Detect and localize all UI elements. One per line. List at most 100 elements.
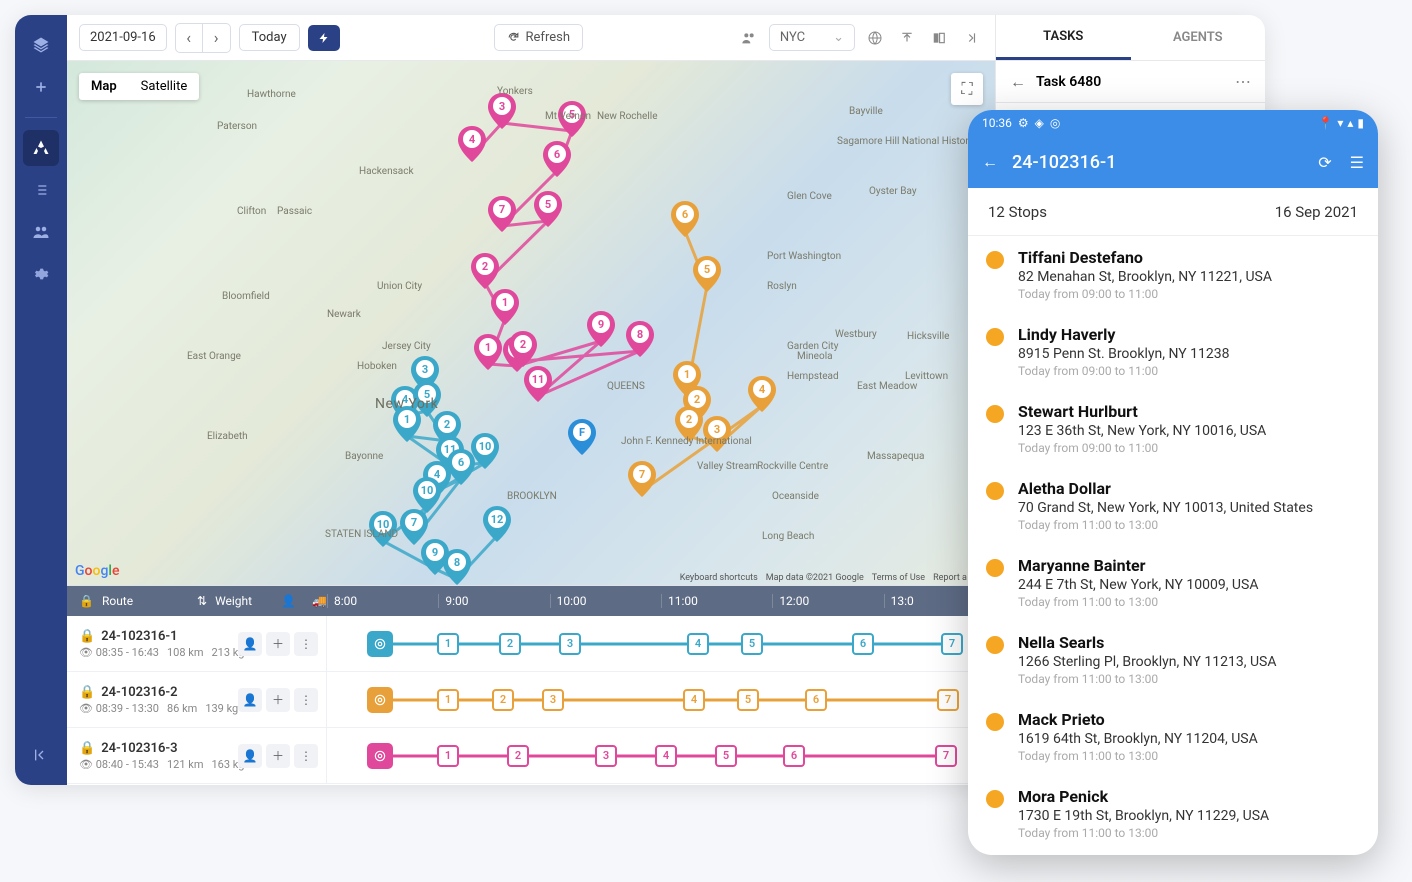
nav-routes[interactable] bbox=[23, 130, 59, 166]
gantt-stop[interactable]: 3 bbox=[595, 745, 617, 767]
row-more-button[interactable]: ⋮ bbox=[294, 688, 318, 712]
col-weight[interactable]: Weight bbox=[215, 594, 273, 608]
gantt-stop[interactable]: 1 bbox=[437, 689, 459, 711]
map-pin[interactable]: 2 bbox=[675, 406, 703, 442]
map-pin[interactable]: 7 bbox=[400, 509, 428, 545]
map-pin[interactable]: 6 bbox=[671, 201, 699, 237]
map-pin[interactable]: 4 bbox=[458, 126, 486, 162]
add-stop-button[interactable]: ＋ bbox=[266, 632, 290, 656]
gantt-stop[interactable]: 7 bbox=[935, 745, 957, 767]
route-info[interactable]: 🔒24-102316-2 👁 08:39 - 13:3086 km139 kg … bbox=[67, 672, 327, 727]
nav-settings[interactable] bbox=[23, 256, 59, 292]
gantt-track[interactable]: 1 2 3 4 5 6 7 bbox=[327, 616, 995, 671]
today-button[interactable]: Today bbox=[239, 24, 300, 51]
phone-stop-list[interactable]: Tiffani Destefano 82 Menahan St, Brookly… bbox=[968, 236, 1378, 855]
nav-collapse[interactable] bbox=[23, 737, 59, 773]
gantt-stop[interactable]: 2 bbox=[507, 745, 529, 767]
map-pin[interactable]: 11 bbox=[524, 366, 552, 402]
map-pin[interactable]: F bbox=[568, 419, 596, 455]
google-logo: Google bbox=[75, 563, 119, 579]
assign-button[interactable]: 👤 bbox=[238, 632, 262, 656]
map-pin[interactable]: 2 bbox=[471, 253, 499, 289]
map-type-map[interactable]: Map bbox=[79, 73, 129, 100]
add-stop-button[interactable]: ＋ bbox=[266, 688, 290, 712]
gantt-stop[interactable]: 5 bbox=[741, 633, 763, 655]
map-pin[interactable]: 5 bbox=[693, 256, 721, 292]
add-stop-button[interactable]: ＋ bbox=[266, 744, 290, 768]
map[interactable]: Map Satellite ⛶ Google Keyboard shortcut… bbox=[67, 61, 995, 585]
row-more-button[interactable]: ⋮ bbox=[294, 744, 318, 768]
map-pin[interactable]: 9 bbox=[587, 311, 615, 347]
gantt-stop[interactable]: 6 bbox=[805, 689, 827, 711]
gantt-stop[interactable]: 1 bbox=[437, 745, 459, 767]
gantt-stop[interactable]: 6 bbox=[852, 633, 874, 655]
back-icon[interactable]: ← bbox=[1010, 72, 1026, 92]
gantt-stop[interactable]: 5 bbox=[715, 745, 737, 767]
tab-agents[interactable]: AGENTS bbox=[1131, 15, 1266, 60]
map-pin[interactable]: 4 bbox=[748, 376, 776, 412]
assign-button[interactable]: 👤 bbox=[238, 744, 262, 768]
prev-day-button[interactable]: ‹ bbox=[175, 23, 203, 53]
route-info[interactable]: 🔒24-102316-3 👁 08:40 - 15:43121 km163 kg… bbox=[67, 728, 327, 783]
upload-icon[interactable] bbox=[895, 31, 919, 45]
gantt-track[interactable]: 1 2 3 4 5 6 7 bbox=[327, 672, 995, 727]
col-route[interactable]: Route bbox=[102, 594, 189, 608]
phone-back-button[interactable]: ← bbox=[982, 152, 998, 172]
gantt-track[interactable]: 1 2 3 4 5 6 7 bbox=[327, 728, 995, 783]
map-pin[interactable]: 8 bbox=[443, 549, 471, 585]
refresh-icon[interactable]: ⟳ bbox=[1318, 153, 1331, 172]
gantt-stop[interactable]: 7 bbox=[941, 633, 963, 655]
gantt-stop[interactable]: 4 bbox=[655, 745, 677, 767]
map-pin[interactable]: 6 bbox=[543, 141, 571, 177]
next-day-button[interactable]: › bbox=[203, 23, 231, 53]
gantt-stop[interactable]: 3 bbox=[559, 633, 581, 655]
map-pin[interactable]: 6 bbox=[447, 449, 475, 485]
gantt-stop[interactable]: 7 bbox=[937, 689, 959, 711]
columns-icon[interactable] bbox=[927, 31, 951, 45]
stop-item[interactable]: Stewart Hurlburt 123 E 36th St, New York… bbox=[968, 390, 1378, 467]
nav-list[interactable] bbox=[23, 172, 59, 208]
assign-button[interactable]: 👤 bbox=[238, 688, 262, 712]
expand-icon[interactable] bbox=[959, 31, 983, 45]
stop-item[interactable]: Maryanne Bainter 244 E 7th St, New York,… bbox=[968, 544, 1378, 621]
map-pin[interactable]: 7 bbox=[628, 461, 656, 497]
stop-item[interactable]: Mack Prieto 1619 64th St, Brooklyn, NY 1… bbox=[968, 698, 1378, 775]
stop-item[interactable]: Tiffani Destefano 82 Menahan St, Brookly… bbox=[968, 236, 1378, 313]
optimize-button[interactable] bbox=[308, 25, 340, 51]
globe-icon[interactable] bbox=[863, 30, 887, 46]
row-more-button[interactable]: ⋮ bbox=[294, 632, 318, 656]
stop-item[interactable]: Mora Penick 1730 E 19th St, Brooklyn, NY… bbox=[968, 775, 1378, 852]
nav-add[interactable] bbox=[23, 69, 59, 105]
filter-icon[interactable]: ☰ bbox=[1350, 153, 1364, 172]
route-start[interactable] bbox=[367, 631, 393, 657]
map-pin[interactable]: 1 bbox=[491, 289, 519, 325]
tab-tasks[interactable]: TASKS bbox=[996, 15, 1131, 60]
route-start[interactable] bbox=[367, 743, 393, 769]
gantt-stop[interactable]: 4 bbox=[683, 689, 705, 711]
map-pin[interactable]: 5 bbox=[558, 101, 586, 137]
fullscreen-button[interactable]: ⛶ bbox=[951, 73, 983, 105]
sort-icon[interactable]: ⇅ bbox=[197, 594, 207, 608]
map-pin[interactable]: 10 bbox=[369, 511, 397, 547]
map-pin[interactable]: 7 bbox=[488, 196, 516, 232]
refresh-button[interactable]: Refresh bbox=[494, 24, 583, 51]
gantt-stop[interactable]: 2 bbox=[499, 633, 521, 655]
stop-item[interactable]: Nella Searls 1266 Sterling Pl, Brooklyn,… bbox=[968, 621, 1378, 698]
team-select[interactable]: NYC⌄ bbox=[769, 24, 855, 51]
gantt-stop[interactable]: 3 bbox=[542, 689, 564, 711]
gantt-stop[interactable]: 1 bbox=[437, 633, 459, 655]
nav-users[interactable] bbox=[23, 214, 59, 250]
map-type-satellite[interactable]: Satellite bbox=[129, 73, 200, 100]
route-info[interactable]: 🔒24-102316-1 👁 08:35 - 16:43108 km213 kg… bbox=[67, 616, 327, 671]
more-icon[interactable]: ⋯ bbox=[1235, 72, 1251, 91]
gantt-stop[interactable]: 2 bbox=[492, 689, 514, 711]
gantt-stop[interactable]: 4 bbox=[687, 633, 709, 655]
map-pin[interactable]: 12 bbox=[483, 506, 511, 542]
nav-layers[interactable] bbox=[23, 27, 59, 63]
date-picker[interactable]: 2021-09-16 bbox=[79, 24, 167, 51]
gantt-stop[interactable]: 6 bbox=[783, 745, 805, 767]
route-start[interactable] bbox=[367, 687, 393, 713]
gantt-stop[interactable]: 5 bbox=[737, 689, 759, 711]
stop-item[interactable]: Aletha Dollar 70 Grand St, New York, NY … bbox=[968, 467, 1378, 544]
stop-item[interactable]: Lindy Haverly 8915 Penn St. Brooklyn, NY… bbox=[968, 313, 1378, 390]
